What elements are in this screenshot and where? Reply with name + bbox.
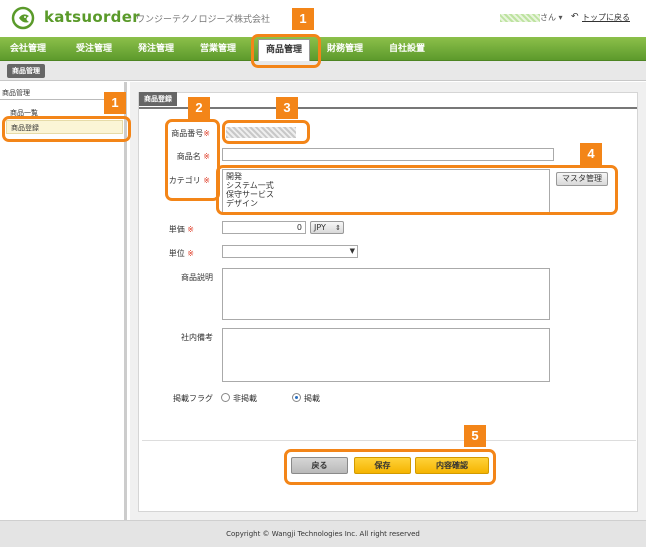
label-description: 商品説明	[181, 273, 213, 282]
annotation-badge-5: 5	[464, 425, 486, 447]
annotation-box-1-sidebar	[2, 116, 131, 142]
annotation-box-1-nav	[251, 34, 321, 68]
annotation-box-3-product-no	[222, 120, 310, 144]
stepper-arrows-icon: ⇕	[335, 224, 341, 232]
nav-sales-management[interactable]: 営業管理	[200, 37, 236, 61]
radio-unpublished[interactable]	[221, 393, 230, 402]
annotation-box-2-labels	[165, 119, 220, 201]
sidebar: 商品管理 商品一覧 商品登録	[0, 82, 127, 520]
currency-value: JPY	[314, 223, 326, 232]
annotation-badge-2: 2	[188, 97, 210, 119]
annotation-box-4-category	[216, 165, 618, 215]
product-name-input[interactable]	[222, 148, 554, 161]
back-to-top-link[interactable]: トップに戻る	[582, 12, 630, 23]
annotation-badge-3: 3	[276, 97, 298, 119]
radio-published-label: 掲載	[304, 394, 320, 403]
footer-copyright: Copyright © Wangji Technologies Inc. All…	[0, 520, 646, 547]
user-name-redacted	[500, 13, 540, 22]
label-publish-flag: 掲載フラグ	[173, 394, 213, 403]
return-arrow-icon: ↶	[571, 12, 579, 22]
label-unit-price: 単価 ※	[168, 225, 194, 234]
radio-published[interactable]	[292, 393, 301, 402]
user-suffix: さん ▾	[540, 13, 563, 22]
radio-unpublished-label: 非掲載	[233, 394, 257, 403]
label-unit: 単位 ※	[168, 249, 194, 258]
annotation-badge-4: 4	[580, 143, 602, 165]
nav-company-settings[interactable]: 自社設置	[389, 37, 425, 61]
panel-tab-rule	[139, 107, 637, 109]
main-nav: 会社管理 受注管理 発注管理 営業管理 商品管理 財務管理 自社設置	[0, 37, 646, 62]
annotation-box-5-actions	[284, 449, 496, 485]
annotation-badge-1-sidebar: 1	[104, 92, 126, 114]
company-name: ワンジーテクノロジーズ株式会社	[136, 15, 271, 25]
nav-finance-management[interactable]: 財務管理	[327, 37, 363, 61]
user-menu[interactable]: さん ▾	[500, 12, 563, 23]
brand-name: katsuorder	[44, 8, 140, 26]
unit-price-input[interactable]: 0	[222, 221, 306, 234]
currency-select[interactable]: JPY ⇕	[310, 221, 344, 234]
sub-tab-product-management[interactable]: 商品管理	[7, 64, 45, 78]
form-divider	[142, 440, 636, 441]
internal-note-textarea[interactable]	[222, 328, 550, 382]
description-textarea[interactable]	[222, 268, 550, 320]
annotation-badge-1-nav: 1	[292, 8, 314, 30]
sub-toolbar: 商品管理	[0, 61, 646, 81]
nav-order-received[interactable]: 受注管理	[76, 37, 112, 61]
panel-tab: 商品登録	[139, 92, 177, 106]
top-header: katsuorder ワンジーテクノロジーズ株式会社 さん ▾ ↶ トップに戻る	[0, 0, 646, 36]
sidebar-title: 商品管理	[2, 89, 30, 97]
nav-company-management[interactable]: 会社管理	[10, 37, 46, 61]
chevron-down-icon: ▼	[349, 247, 355, 255]
app-root: katsuorder ワンジーテクノロジーズ株式会社 さん ▾ ↶ トップに戻る…	[0, 0, 646, 547]
katsuorder-logo-icon	[11, 6, 35, 30]
nav-order-placed[interactable]: 発注管理	[138, 37, 174, 61]
label-internal-note: 社内備考	[181, 333, 213, 342]
unit-select[interactable]: ▼	[222, 245, 358, 258]
